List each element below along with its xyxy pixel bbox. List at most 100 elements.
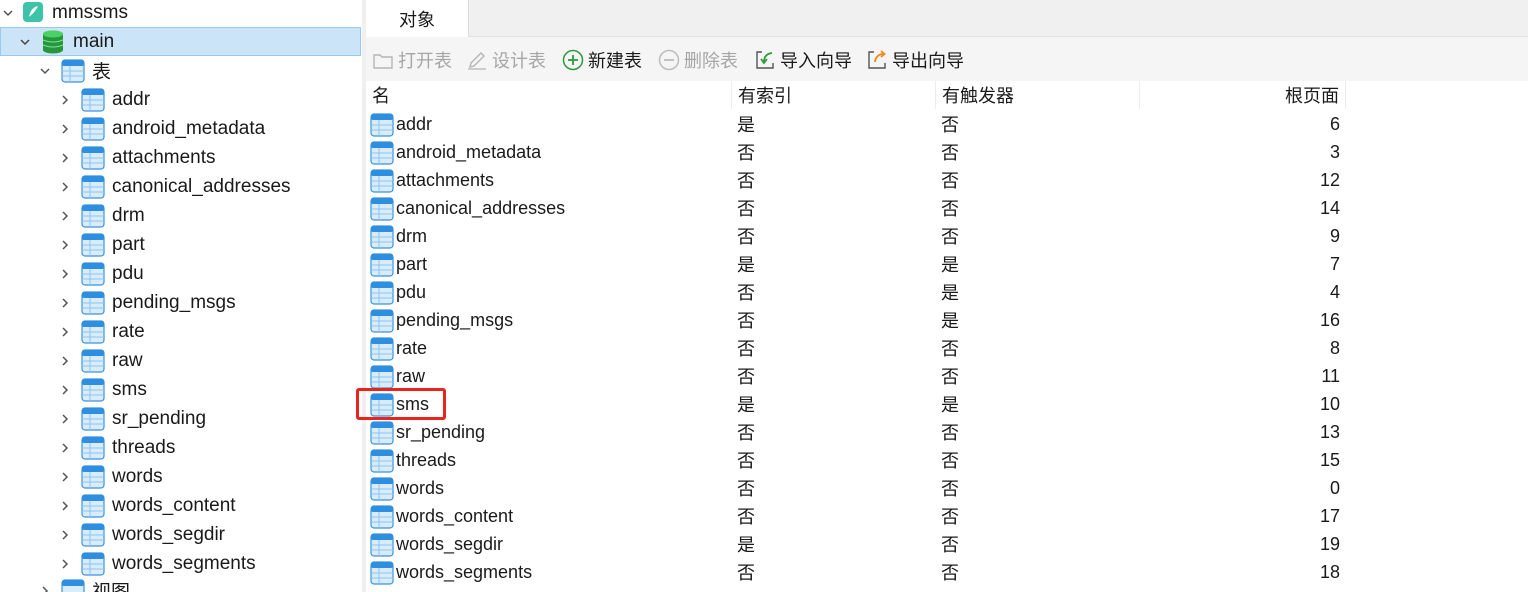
chevron-down-icon[interactable] <box>18 35 32 49</box>
tab-objects[interactable]: 对象 <box>366 0 469 37</box>
cell-root-page: 8 <box>1329 337 1340 358</box>
cell-has-trigger: 否 <box>941 227 959 247</box>
column-header-has-index[interactable]: 有索引 <box>732 81 936 109</box>
table-row[interactable]: part 是 是 7 <box>366 250 1528 278</box>
table-icon <box>370 449 394 473</box>
cell-root-page: 4 <box>1329 281 1340 302</box>
tree-item-table[interactable]: canonical_addresses <box>0 172 362 201</box>
tree-item-table[interactable]: sr_pending <box>0 404 362 433</box>
table-icon <box>370 253 394 277</box>
tree-item-table[interactable]: pdu <box>0 259 362 288</box>
table-row[interactable]: pending_msgs 否 是 16 <box>366 306 1528 334</box>
tree-node-views-group[interactable]: 视图 <box>0 576 362 592</box>
column-header-has-index-label: 有索引 <box>738 86 792 106</box>
table-row[interactable]: canonical_addresses 否 否 14 <box>366 194 1528 222</box>
table-row[interactable]: sms 是是 10 <box>366 390 1528 418</box>
tree-item-table[interactable]: drm <box>0 201 362 230</box>
column-header-has-trigger-label: 有触发器 <box>942 86 1014 106</box>
column-header-has-trigger[interactable]: 有触发器 <box>936 81 1140 109</box>
chevron-right-icon[interactable] <box>58 209 72 223</box>
table-row[interactable]: drm 否 否 9 <box>366 222 1528 250</box>
tree-item-table[interactable]: pending_msgs <box>0 288 362 317</box>
tree-item-table[interactable]: android_metadata <box>0 114 362 143</box>
cell-has-index: 否 <box>737 171 755 191</box>
tree-item-table[interactable]: words_segments <box>0 549 362 578</box>
cell-has-index: 否 <box>737 479 755 499</box>
design-table-button[interactable]: 设计表 <box>466 46 546 74</box>
table-row[interactable]: words_content 否 否 17 <box>366 502 1528 530</box>
chevron-right-icon[interactable] <box>38 584 52 592</box>
cell-name: drm <box>396 225 427 246</box>
table-icon <box>370 337 394 361</box>
chevron-down-icon[interactable] <box>1 6 15 20</box>
column-header-name[interactable]: 名 <box>366 81 732 109</box>
cell-has-index: 否 <box>737 199 755 219</box>
tree-item-table[interactable]: words <box>0 462 362 491</box>
open-table-label: 打开表 <box>398 51 452 71</box>
table-row[interactable]: words_segdir 是 否 19 <box>366 530 1528 558</box>
cell-has-index: 否 <box>737 367 755 387</box>
chevron-right-icon[interactable] <box>58 325 72 339</box>
chevron-right-icon[interactable] <box>58 267 72 281</box>
tree-item-table-label: words_segments <box>112 552 256 574</box>
tree-item-table-label: pdu <box>112 262 144 284</box>
chevron-right-icon[interactable] <box>58 470 72 484</box>
chevron-right-icon[interactable] <box>58 412 72 426</box>
chevron-right-icon[interactable] <box>58 122 72 136</box>
table-icon <box>81 233 105 257</box>
new-table-label: 新建表 <box>588 51 642 71</box>
table-row[interactable]: addr 是 否 6 <box>366 110 1528 138</box>
chevron-right-icon[interactable] <box>58 354 72 368</box>
chevron-right-icon[interactable] <box>58 383 72 397</box>
tree-item-table-label: canonical_addresses <box>112 175 291 197</box>
chevron-right-icon[interactable] <box>58 296 72 310</box>
tree-item-table[interactable]: rate <box>0 317 362 346</box>
table-row[interactable]: attachments 否 否 12 <box>366 166 1528 194</box>
chevron-right-icon[interactable] <box>58 238 72 252</box>
delete-table-button[interactable]: 删除表 <box>658 46 738 74</box>
cell-name: sr_pending <box>396 421 486 442</box>
import-wizard-button[interactable]: 导入向导 <box>754 46 852 74</box>
export-wizard-button[interactable]: 导出向导 <box>866 46 964 74</box>
minus-circle-icon <box>658 49 680 71</box>
open-table-button[interactable]: 打开表 <box>372 46 452 74</box>
chevron-right-icon[interactable] <box>58 151 72 165</box>
tree-node-database[interactable]: mmssms <box>0 0 362 27</box>
tree-item-table[interactable]: sms <box>0 375 362 404</box>
tree-item-table[interactable]: words_content <box>0 491 362 520</box>
chevron-right-icon[interactable] <box>58 93 72 107</box>
table-icon <box>370 421 394 445</box>
table-icon <box>81 494 105 518</box>
chevron-right-icon[interactable] <box>58 528 72 542</box>
tree-item-table[interactable]: addr <box>0 85 362 114</box>
tree-item-table[interactable]: raw <box>0 346 362 375</box>
tree-item-table[interactable]: attachments <box>0 143 362 172</box>
tree-item-table-label: part <box>112 233 145 255</box>
chevron-right-icon[interactable] <box>58 499 72 513</box>
table-row[interactable]: words_segments 否 否 18 <box>366 558 1528 586</box>
cell-has-index: 否 <box>737 283 755 303</box>
tree-node-tables-group[interactable]: 表 <box>0 56 362 85</box>
chevron-right-icon[interactable] <box>58 441 72 455</box>
tree-item-table-label: addr <box>112 88 151 110</box>
table-row[interactable]: threads 否 否 15 <box>366 446 1528 474</box>
table-row[interactable]: rate 否 否 8 <box>366 334 1528 362</box>
column-header-root-page[interactable]: 根页面 <box>1140 81 1346 109</box>
table-row[interactable]: pdu 否 是 4 <box>366 278 1528 306</box>
tree-item-table[interactable]: threads <box>0 433 362 462</box>
cell-name: words_segments <box>396 561 533 582</box>
new-table-button[interactable]: 新建表 <box>562 46 642 74</box>
table-row[interactable]: android_metadata 否 否 3 <box>366 138 1528 166</box>
tree-item-table[interactable]: words_segdir <box>0 520 362 549</box>
cell-has-index: 否 <box>737 507 755 527</box>
table-row[interactable]: words 否 否 0 <box>366 474 1528 502</box>
table-icon <box>370 477 394 501</box>
chevron-down-icon[interactable] <box>38 64 52 78</box>
table-row[interactable]: sr_pending 否 否 13 <box>366 418 1528 446</box>
chevron-right-icon[interactable] <box>58 180 72 194</box>
tree-node-schema-main[interactable]: main <box>0 27 361 56</box>
table-row[interactable]: raw 否 否 11 <box>366 362 1528 390</box>
tree-item-table[interactable]: part <box>0 230 362 259</box>
cell-root-page: 15 <box>1319 449 1340 470</box>
chevron-right-icon[interactable] <box>58 557 72 571</box>
